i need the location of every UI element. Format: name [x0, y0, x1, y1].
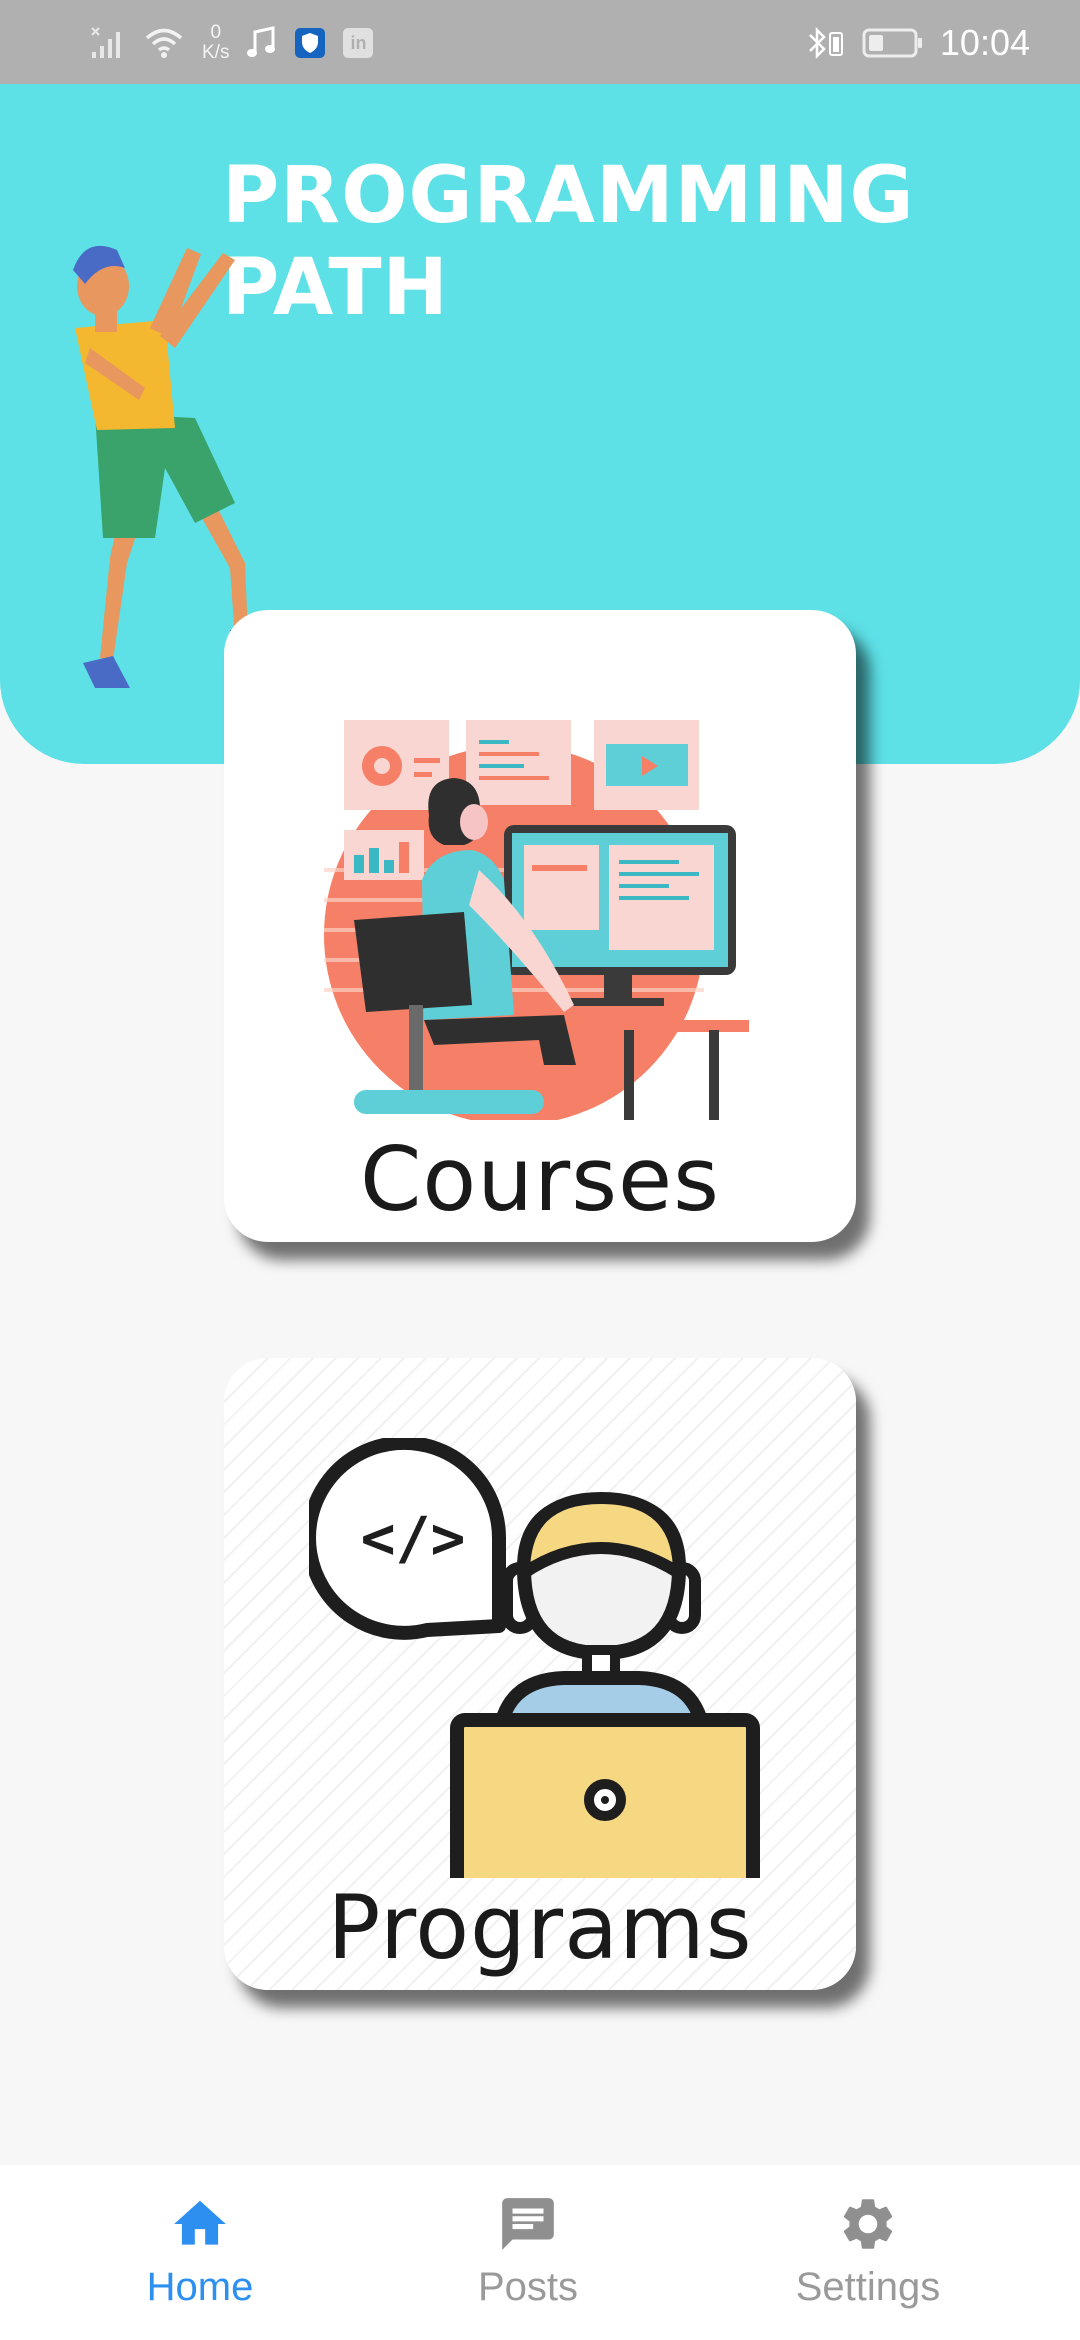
linkedin-icon: in [343, 28, 374, 58]
gear-icon [843, 2199, 893, 2249]
app-title-line-1: PROGRAMMING [222, 151, 915, 241]
clock: 10:04 [939, 22, 1030, 63]
message-icon [502, 2198, 554, 2250]
net-speed-unit: K/s [202, 42, 230, 63]
net-speed: 0 K/s [202, 23, 229, 63]
shield-app-icon [295, 28, 326, 58]
developer-at-computer-illustration [324, 720, 749, 1120]
nav-posts-label: Posts [477, 2265, 579, 2309]
signal-icon [91, 27, 120, 58]
battery-icon [862, 28, 922, 58]
home-icon [174, 2200, 226, 2245]
music-icon [247, 26, 276, 57]
nav-home-label: Home [146, 2265, 254, 2309]
status-bar-left: 0 K/s in [90, 18, 374, 68]
nav-home[interactable]: Home [70, 2193, 330, 2313]
programs-label: Programs [327, 1876, 753, 1979]
app-title-line-2: PATH [222, 243, 449, 333]
nav-settings-label: Settings [795, 2265, 941, 2309]
programs-card[interactable]: </> Programs [224, 1358, 856, 1990]
app-title: PROGRAMMING PATH [222, 150, 922, 334]
wifi-icon [145, 28, 183, 58]
bottom-navigation: Home Posts Settings [0, 2165, 1080, 2340]
nav-posts[interactable]: Posts [398, 2193, 658, 2313]
svg-text:</>: </> [361, 1504, 466, 1572]
net-speed-value: 0 [210, 22, 222, 43]
bluetooth-icon [809, 26, 843, 60]
programmer-with-laptop-code-bubble-icon: </> [309, 1438, 760, 1878]
status-bar: 0 K/s in 10:04 [0, 0, 1080, 84]
nav-settings[interactable]: Settings [738, 2193, 998, 2313]
courses-label: Courses [359, 1128, 721, 1231]
status-bar-right: 10:04 [806, 18, 1030, 68]
courses-card[interactable]: Courses [224, 610, 856, 1242]
